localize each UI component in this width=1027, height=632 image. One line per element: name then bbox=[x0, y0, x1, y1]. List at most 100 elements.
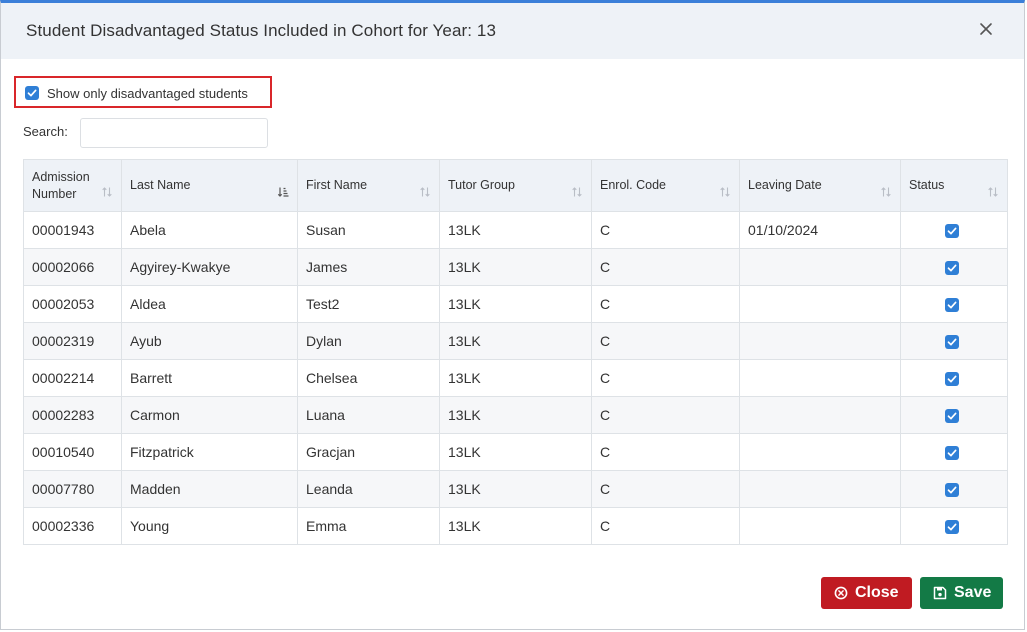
cell-first-name: Dylan bbox=[297, 322, 440, 360]
checkmark-icon bbox=[947, 264, 957, 272]
status-checkbox[interactable] bbox=[945, 483, 959, 497]
checkmark-icon bbox=[947, 412, 957, 420]
cell-leaving-date bbox=[739, 507, 901, 545]
disadvantaged-filter-label[interactable]: Show only disadvantaged students bbox=[47, 86, 248, 101]
cell-tutor-group: 13LK bbox=[439, 433, 592, 471]
cell-first-name: Emma bbox=[297, 507, 440, 545]
disadvantaged-filter-checkbox[interactable] bbox=[25, 86, 39, 100]
cell-tutor-group: 13LK bbox=[439, 322, 592, 360]
column-header-enrol-code[interactable]: Enrol. Code bbox=[591, 159, 740, 212]
status-checkbox[interactable] bbox=[945, 520, 959, 534]
column-header-leaving-date[interactable]: Leaving Date bbox=[739, 159, 901, 212]
dialog-header: Student Disadvantaged Status Included in… bbox=[1, 3, 1024, 59]
checkmark-icon bbox=[947, 227, 957, 235]
checkmark-icon bbox=[947, 375, 957, 383]
cell-admission: 00007780 bbox=[23, 470, 122, 508]
search-input[interactable] bbox=[80, 118, 268, 148]
cell-first-name: Susan bbox=[297, 211, 440, 249]
cell-leaving-date bbox=[739, 285, 901, 323]
cell-status bbox=[900, 359, 1008, 397]
save-button-label: Save bbox=[954, 584, 992, 601]
cell-status bbox=[900, 470, 1008, 508]
status-checkbox[interactable] bbox=[945, 446, 959, 460]
column-header-label: Tutor Group bbox=[448, 178, 515, 192]
column-header-first-name[interactable]: First Name bbox=[297, 159, 440, 212]
status-checkbox[interactable] bbox=[945, 372, 959, 386]
save-button[interactable]: Save bbox=[920, 577, 1003, 609]
cell-enrol-code: C bbox=[591, 470, 740, 508]
cell-first-name: Leanda bbox=[297, 470, 440, 508]
cell-last-name: Ayub bbox=[121, 322, 298, 360]
cell-last-name: Aldea bbox=[121, 285, 298, 323]
cell-leaving-date bbox=[739, 396, 901, 434]
cell-first-name: Chelsea bbox=[297, 359, 440, 397]
status-checkbox[interactable] bbox=[945, 224, 959, 238]
cell-enrol-code: C bbox=[591, 359, 740, 397]
students-table: Admission Number Last Name First Name Tutor… bbox=[23, 159, 1008, 545]
cell-leaving-date bbox=[739, 248, 901, 286]
cell-admission: 00001943 bbox=[23, 211, 122, 249]
cell-status bbox=[900, 211, 1008, 249]
column-header-label: Last Name bbox=[130, 178, 191, 192]
status-checkbox[interactable] bbox=[945, 335, 959, 349]
column-header-last-name[interactable]: Last Name bbox=[121, 159, 298, 212]
checkmark-icon bbox=[27, 89, 37, 97]
cell-first-name: James bbox=[297, 248, 440, 286]
status-checkbox[interactable] bbox=[945, 298, 959, 312]
table-row: 00007780 Madden Leanda 13LK C bbox=[23, 470, 1008, 508]
checkmark-icon bbox=[947, 486, 957, 494]
cell-status bbox=[900, 507, 1008, 545]
cell-tutor-group: 13LK bbox=[439, 507, 592, 545]
checkmark-icon bbox=[947, 449, 957, 457]
cell-admission: 00002283 bbox=[23, 396, 122, 434]
close-button-label: Close bbox=[855, 584, 899, 601]
cell-tutor-group: 13LK bbox=[439, 211, 592, 249]
table-row: 00001943 Abela Susan 13LK C 01/10/2024 bbox=[23, 211, 1008, 249]
sort-updown-icon bbox=[102, 187, 112, 197]
dialog: Student Disadvantaged Status Included in… bbox=[0, 0, 1025, 630]
cell-status bbox=[900, 285, 1008, 323]
cell-last-name: Abela bbox=[121, 211, 298, 249]
cell-leaving-date bbox=[739, 433, 901, 471]
cell-tutor-group: 13LK bbox=[439, 285, 592, 323]
close-button[interactable]: Close bbox=[821, 577, 912, 609]
cell-leaving-date bbox=[739, 322, 901, 360]
column-header-label: First Name bbox=[306, 178, 368, 192]
checkmark-icon bbox=[947, 523, 957, 531]
cell-last-name: Carmon bbox=[121, 396, 298, 434]
column-header-tutor-group[interactable]: Tutor Group bbox=[439, 159, 592, 212]
dialog-close-icon[interactable] bbox=[976, 19, 996, 39]
cell-status bbox=[900, 396, 1008, 434]
status-checkbox[interactable] bbox=[945, 261, 959, 275]
table-row: 00002053 Aldea Test2 13LK C bbox=[23, 285, 1008, 323]
cell-admission: 00002214 bbox=[23, 359, 122, 397]
cell-admission: 00002336 bbox=[23, 507, 122, 545]
table-row: 00002214 Barrett Chelsea 13LK C bbox=[23, 359, 1008, 397]
cell-admission: 00002066 bbox=[23, 248, 122, 286]
column-header-label: Enrol. Code bbox=[600, 178, 667, 192]
sort-amount-down-icon bbox=[277, 187, 289, 197]
sort-updown-icon bbox=[881, 187, 891, 197]
cell-enrol-code: C bbox=[591, 433, 740, 471]
cell-tutor-group: 13LK bbox=[439, 248, 592, 286]
circle-x-icon bbox=[834, 586, 848, 600]
cell-status bbox=[900, 322, 1008, 360]
cell-first-name: Luana bbox=[297, 396, 440, 434]
cell-enrol-code: C bbox=[591, 285, 740, 323]
column-header-label: Status bbox=[909, 178, 945, 192]
cell-tutor-group: 13LK bbox=[439, 470, 592, 508]
sort-updown-icon bbox=[720, 187, 730, 197]
column-header-admission[interactable]: Admission Number bbox=[23, 159, 122, 212]
cell-tutor-group: 13LK bbox=[439, 359, 592, 397]
table-row: 00002319 Ayub Dylan 13LK C bbox=[23, 322, 1008, 360]
sort-updown-icon bbox=[420, 187, 430, 197]
cell-leaving-date: 01/10/2024 bbox=[739, 211, 901, 249]
table-row: 00010540 Fitzpatrick Gracjan 13LK C bbox=[23, 433, 1008, 471]
cell-status bbox=[900, 248, 1008, 286]
column-header-status[interactable]: Status bbox=[900, 159, 1008, 212]
table-row: 00002336 Young Emma 13LK C bbox=[23, 507, 1008, 545]
cell-first-name: Gracjan bbox=[297, 433, 440, 471]
cell-admission: 00002053 bbox=[23, 285, 122, 323]
cell-admission: 00010540 bbox=[23, 433, 122, 471]
status-checkbox[interactable] bbox=[945, 409, 959, 423]
